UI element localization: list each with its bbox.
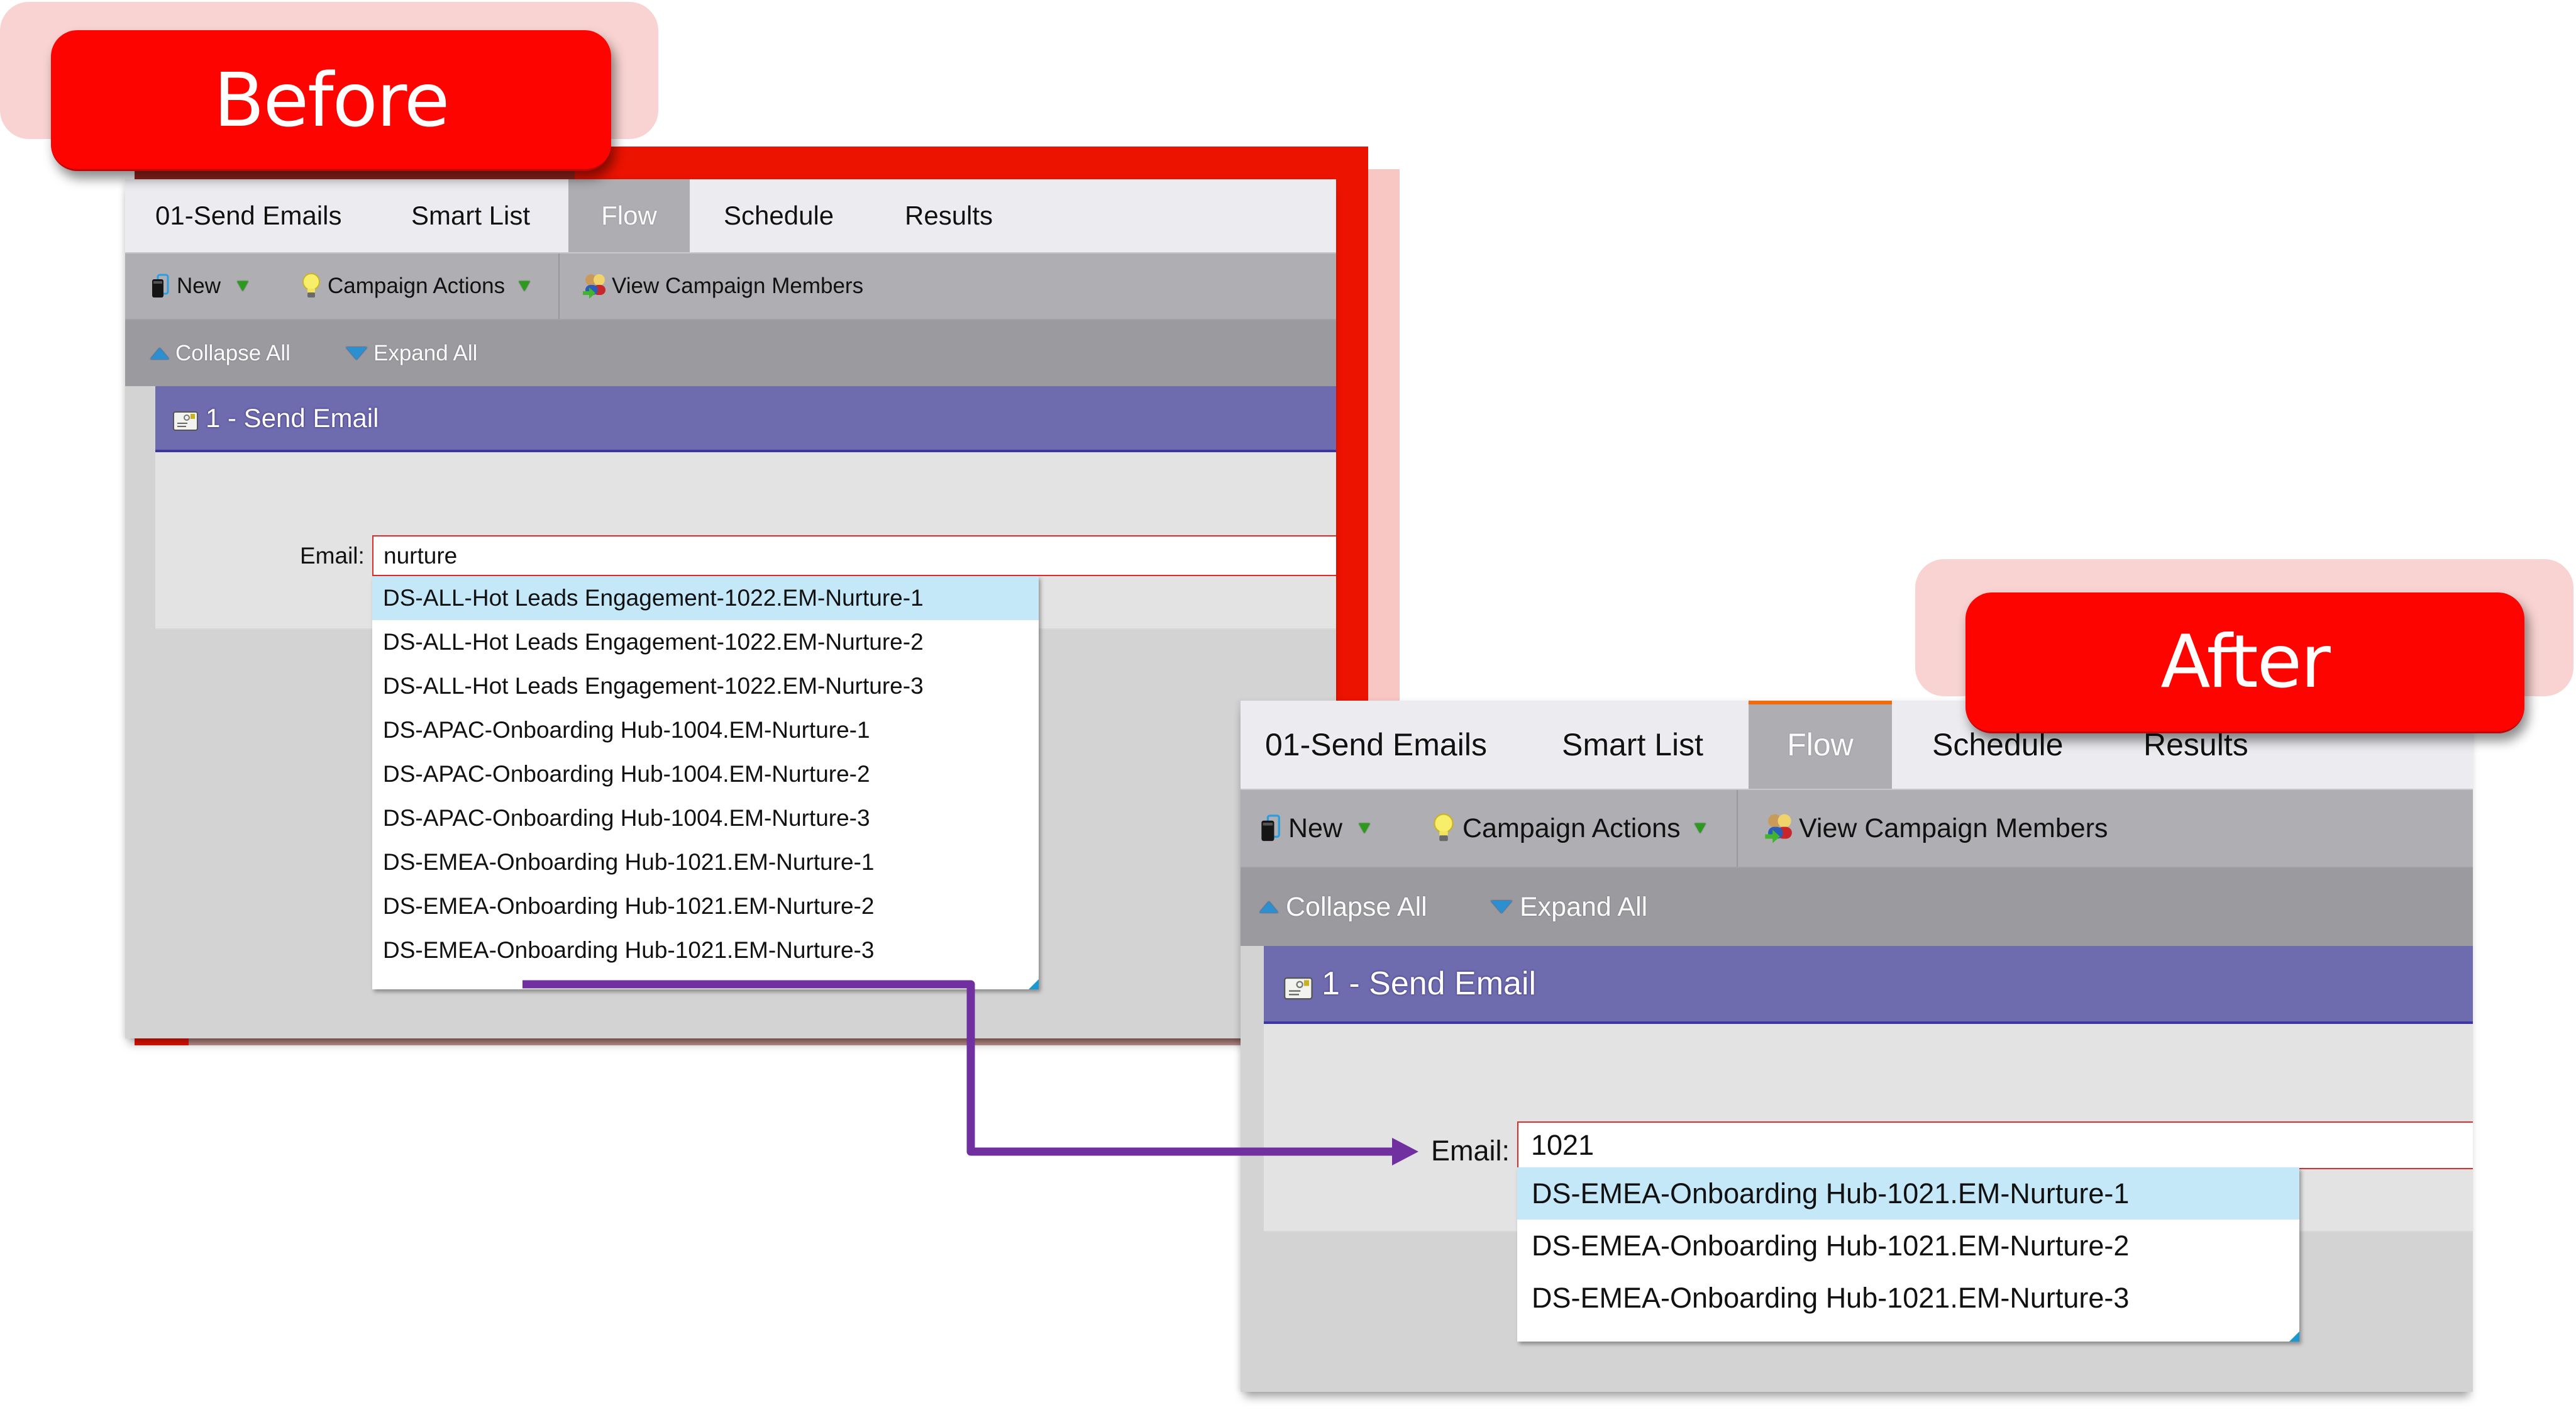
connector-arrow: [522, 980, 1418, 1165]
arrow-head-icon: [1392, 1138, 1418, 1165]
connector-line: [522, 980, 1395, 1156]
